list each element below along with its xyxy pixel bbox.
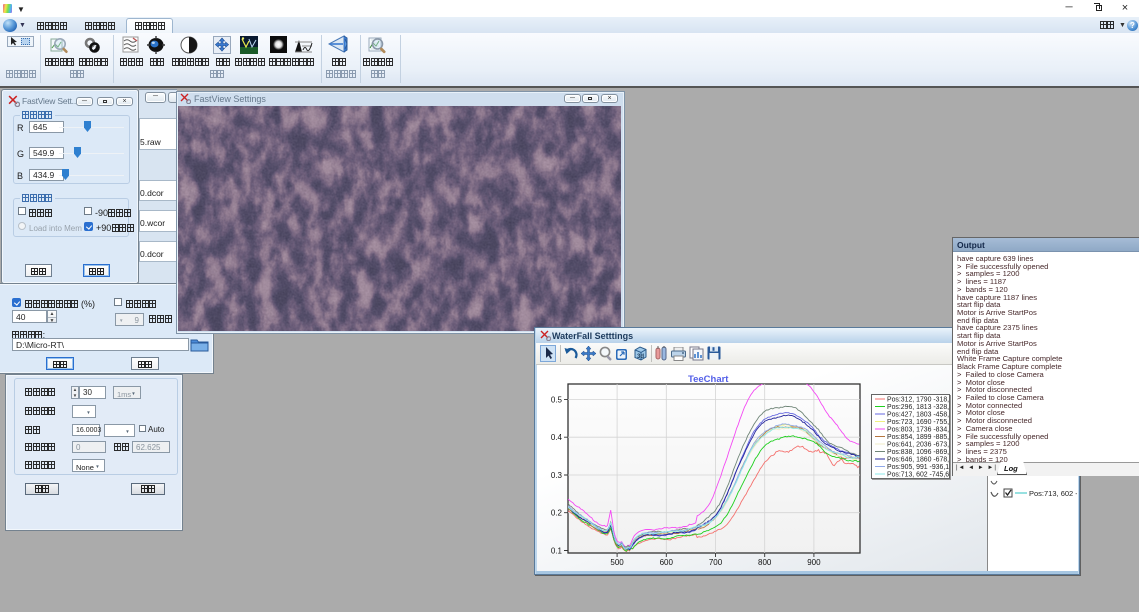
svg-text:Pos:854, 1899 -885,: Pos:854, 1899 -885, [887,434,949,441]
svg-text:Pos:905, 991 -936,1: Pos:905, 991 -936,1 [887,464,949,471]
svg-text:Pos:723, 1690 -755,: Pos:723, 1690 -755, [887,419,949,426]
svg-text:Pos:641, 2036 -673,: Pos:641, 2036 -673, [887,442,949,449]
svg-text:0.5: 0.5 [551,395,563,404]
svg-text:700: 700 [709,558,723,567]
svg-text:Pos:838, 1096 -869,: Pos:838, 1096 -869, [887,449,949,456]
svg-text:Pos:427, 1803 -458,: Pos:427, 1803 -458, [887,412,949,419]
svg-text:600: 600 [660,558,674,567]
svg-text:Pos:312, 1790 -318,: Pos:312, 1790 -318, [887,397,949,404]
svg-text:0.2: 0.2 [551,509,563,518]
svg-text:Pos:713, 602 -745,6: Pos:713, 602 -745,6 [887,472,949,479]
svg-text:900: 900 [807,558,821,567]
svg-text:Pos:713, 602 -74: Pos:713, 602 -74 [1029,489,1077,498]
svg-text:Pos:803, 1736 -834,: Pos:803, 1736 -834, [887,427,949,434]
svg-text:Pos:646, 1860 -678,: Pos:646, 1860 -678, [887,457,949,464]
svg-text:Pos:296, 1813 -328,: Pos:296, 1813 -328, [887,404,949,411]
svg-text:0.4: 0.4 [551,433,563,442]
svg-text:3d: 3d [637,354,644,360]
svg-text:500: 500 [610,558,624,567]
svg-text:0.3: 0.3 [551,471,563,480]
svg-text:0.1: 0.1 [551,547,563,556]
svg-text:800: 800 [758,558,772,567]
